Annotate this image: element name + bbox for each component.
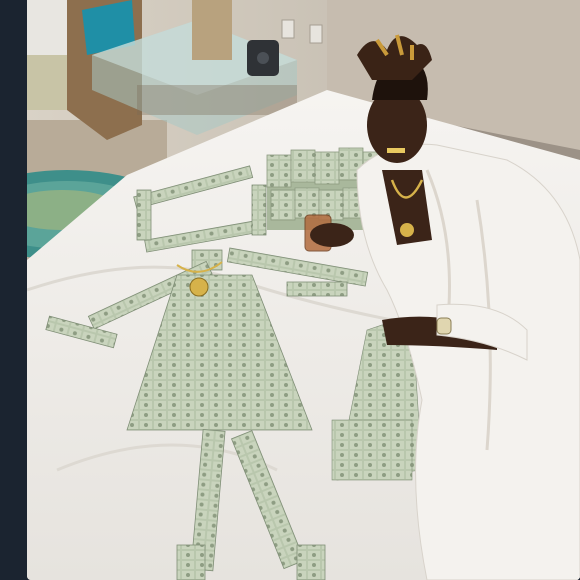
watch	[436, 317, 452, 335]
photo	[27, 0, 580, 580]
photo-frame	[27, 0, 580, 580]
gold-pendant	[189, 277, 209, 297]
curtain	[192, 0, 232, 60]
